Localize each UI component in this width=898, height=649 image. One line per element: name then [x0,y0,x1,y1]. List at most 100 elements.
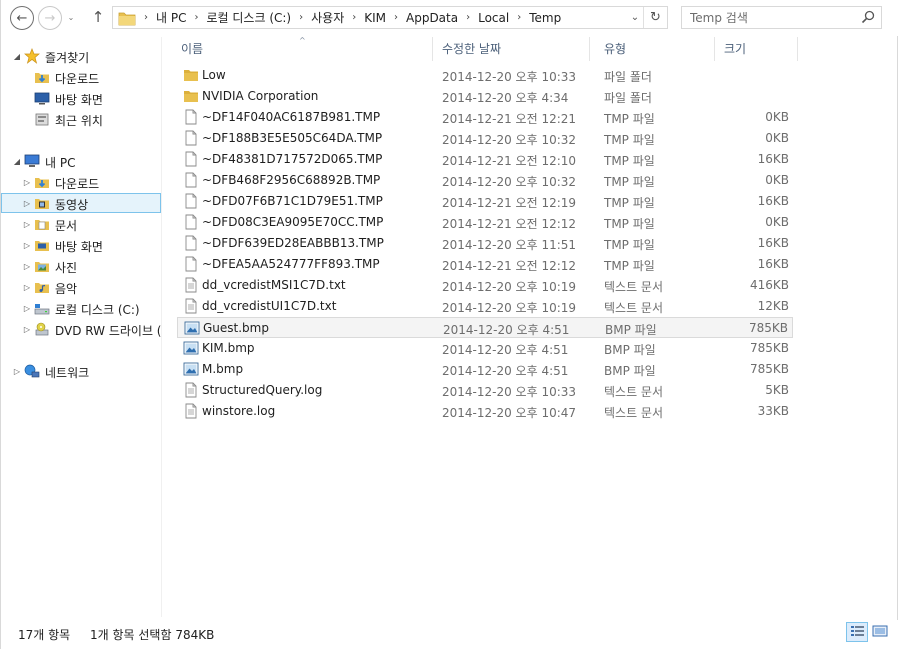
toolbar: ← → ⌄ ↑ › 내 PC › 로컬 디스크 (C:) › 사용자 › KIM… [1,0,898,36]
file-row[interactable]: NVIDIA Corporation 2014-12-20 오후 4:34 파일 폴… [177,86,793,107]
column-header-date[interactable]: 수정한 날짜 [428,37,590,61]
file-size: 16KB [757,257,789,271]
recent-locations-button[interactable]: ⌄ [65,13,77,25]
file-row[interactable]: StructuredQuery.log 2014-12-20 오후 10:33 텍스… [177,380,793,401]
file-row[interactable]: ~DFB468F2956C68892B.TMP 2014-12-20 오후 10:… [177,170,793,191]
file-type: TMP 파일 [604,133,655,147]
document-icon [183,193,199,209]
file-modified-date: 2014-12-20 오후 10:32 [442,133,577,147]
collapsed-arrow-icon[interactable]: ▷ [22,219,32,229]
document-icon [183,235,199,251]
file-row[interactable]: dd_vcredistUI1C7D.txt 2014-12-20 오후 10:19… [177,296,793,317]
up-button[interactable]: ↑ [89,8,107,28]
file-row[interactable]: ~DF14F040AC6187B981.TMP 2014-12-21 오전 12:… [177,107,793,128]
back-button[interactable]: ← [10,6,34,30]
file-row[interactable]: Low 2014-12-20 오후 10:33 파일 폴더 [177,65,793,86]
breadcrumb: › 내 PC › 로컬 디스크 (C:) › 사용자 › KIM › AppDa… [137,7,627,28]
file-size: 33KB [757,404,789,418]
file-row[interactable]: M.bmp 2014-12-20 오후 4:51 BMP 파일 785KB [177,359,793,380]
file-type: BMP 파일 [605,323,657,337]
forward-button[interactable]: → [38,6,62,30]
breadcrumb-separator-icon[interactable]: › [387,12,405,23]
refresh-button[interactable]: ↻ [643,7,667,28]
file-row[interactable]: Guest.bmp 2014-12-20 오후 4:51 BMP 파일 785KB [177,317,793,338]
file-row[interactable]: ~DFD07F6B71C1D79E51.TMP 2014-12-21 오전 12:… [177,191,793,212]
file-size: 0KB [765,110,789,124]
nav-pc-documents[interactable]: ▷ 문서 [1,214,161,234]
file-type: TMP 파일 [604,217,655,231]
document-icon [183,151,199,167]
column-header-label: 유형 [604,42,627,56]
collapsed-arrow-icon[interactable]: ▷ [12,366,22,376]
nav-pc-videos[interactable]: ▷ 동영상 [1,193,161,213]
nav-pc-local-disk[interactable]: ▷ 로컬 디스크 (C:) [1,298,161,318]
file-name: ~DFD08C3EA9095E70CC.TMP [202,215,384,229]
nav-this-pc[interactable]: ◢ 내 PC [1,151,161,171]
breadcrumb-separator-icon[interactable]: › [345,12,363,23]
file-row[interactable]: ~DFEA5AA524777FF893.TMP 2014-12-21 오전 12:… [177,254,793,275]
up-arrow-icon: ↑ [91,8,105,26]
details-view-button[interactable] [846,622,868,642]
breadcrumb-separator-icon[interactable]: › [187,12,205,23]
breadcrumb-separator-icon[interactable]: › [292,12,310,23]
nav-fav-recent[interactable]: 최근 위치 [1,109,161,129]
large-icons-view-button[interactable] [870,622,892,642]
file-list-pane: 이름 ^ 수정한 날짜 유형 크기 Low 2014-12-20 오후 10:33… [167,36,898,617]
file-row[interactable]: dd_vcredistMSI1C7D.txt 2014-12-20 오후 10:1… [177,275,793,296]
file-row[interactable]: ~DFDF639ED28EABBB13.TMP 2014-12-20 오후 11:… [177,233,793,254]
file-row[interactable]: winstore.log 2014-12-20 오후 10:47 텍스트 문서 33K… [177,401,793,422]
file-type: 텍스트 문서 [604,406,664,420]
file-row[interactable]: ~DF188B3E5E505C64DA.TMP 2014-12-20 오후 10:… [177,128,793,149]
address-bar[interactable]: › 내 PC › 로컬 디스크 (C:) › 사용자 › KIM › AppDa… [112,6,668,29]
image-file-icon [183,361,199,377]
breadcrumb-appdata[interactable]: AppData [405,11,459,25]
breadcrumb-separator-icon[interactable]: › [459,12,477,23]
column-headers: 이름 ^ 수정한 날짜 유형 크기 [167,36,799,61]
file-type: TMP 파일 [604,259,655,273]
column-header-type[interactable]: 유형 [590,37,715,61]
breadcrumb-local[interactable]: Local [477,11,510,25]
nav-pc-downloads[interactable]: ▷ 다운로드 [1,172,161,192]
nav-pc-desktop[interactable]: ▷ 바탕 화면 [1,235,161,255]
file-name: Low [202,68,226,82]
file-row[interactable]: KIM.bmp 2014-12-20 오후 4:51 BMP 파일 785KB [177,338,793,359]
breadcrumb-separator-icon[interactable]: › [137,12,155,23]
breadcrumb-users[interactable]: 사용자 [310,9,345,26]
pictures-folder-icon [35,262,49,272]
breadcrumb-local-disk[interactable]: 로컬 디스크 (C:) [205,9,292,26]
status-selection-info: 1개 항목 선택함 784KB [90,628,215,642]
breadcrumb-temp[interactable]: Temp [528,11,562,25]
breadcrumb-separator-icon[interactable]: › [510,12,528,23]
column-header-label: 수정한 날짜 [442,42,502,56]
nav-fav-downloads[interactable]: 다운로드 [1,67,161,87]
search-input[interactable] [682,7,852,28]
collapsed-arrow-icon[interactable]: ▷ [22,261,32,271]
file-row[interactable]: ~DFD08C3EA9095E70CC.TMP 2014-12-21 오전 12:… [177,212,793,233]
file-size: 16KB [757,194,789,208]
expanded-arrow-icon[interactable]: ◢ [12,156,22,166]
collapsed-arrow-icon[interactable]: ▷ [22,324,32,334]
breadcrumb-this-pc[interactable]: 내 PC [155,9,187,26]
nav-network[interactable]: ▷ 네트워크 [1,361,161,381]
nav-fav-desktop[interactable]: 바탕 화면 [1,88,161,108]
hard-drive-icon [34,304,50,315]
expanded-arrow-icon[interactable]: ◢ [12,51,22,61]
nav-pc-dvd-drive[interactable]: ▷ DVD RW 드라이브 ( [1,319,161,339]
file-row[interactable]: ~DF48381D717572D065.TMP 2014-12-21 오전 12:… [177,149,793,170]
address-dropdown-button[interactable]: ⌄ [627,7,643,28]
nav-favorites[interactable]: ◢ 즐겨찾기 [1,46,161,66]
collapsed-arrow-icon[interactable]: ▷ [22,240,32,250]
search-box[interactable] [681,6,882,29]
column-header-size[interactable]: 크기 [710,37,798,61]
file-type: BMP 파일 [604,364,656,378]
nav-pc-pictures[interactable]: ▷ 사진 [1,256,161,276]
collapsed-arrow-icon[interactable]: ▷ [22,177,32,187]
document-icon [183,109,199,125]
search-icon[interactable] [861,10,875,24]
collapsed-arrow-icon[interactable]: ▷ [22,303,32,313]
breadcrumb-kim[interactable]: KIM [363,11,387,25]
nav-pc-music[interactable]: ▷ 음악 [1,277,161,297]
collapsed-arrow-icon[interactable]: ▷ [22,198,32,208]
file-type: TMP 파일 [604,154,655,168]
collapsed-arrow-icon[interactable]: ▷ [22,282,32,292]
